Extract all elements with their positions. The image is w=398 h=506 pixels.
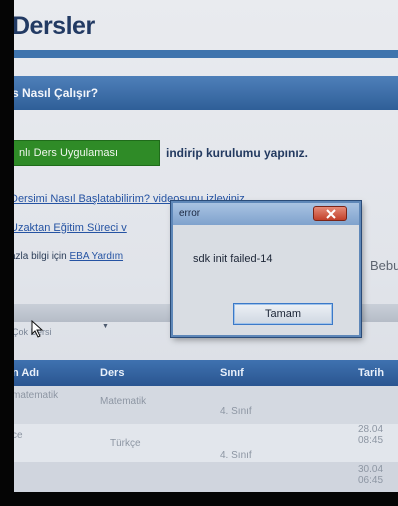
- table-header: n Adı Ders Sınıf Tarih: [14, 360, 398, 386]
- column-header-subject: Ders: [100, 367, 125, 379]
- cursor-icon: [31, 320, 44, 338]
- close-icon: [326, 209, 336, 219]
- cell-name: ce: [14, 430, 23, 441]
- dialog-titlebar[interactable]: error: [173, 203, 359, 225]
- eba-help-link[interactable]: EBA Yardım: [69, 251, 123, 262]
- monitor-bezel-bottom: [0, 492, 398, 506]
- remote-process-link[interactable]: Uzaktan Eğitim Süreci v: [14, 222, 127, 234]
- side-text: Bebur: [370, 258, 398, 273]
- install-instruction-text: indirip kurulumu yapınız.: [166, 146, 309, 160]
- cell-subject: Türkçe: [110, 438, 141, 449]
- lessons-table: matematik Matematik 4. Sınıf ce Türkçe 4…: [14, 386, 398, 492]
- more-info-prefix: azla bilgi için: [14, 251, 67, 262]
- table-row[interactable]: ce Türkçe 4. Sınıf 28.04 08:45: [14, 424, 398, 462]
- cell-class: 4. Sınıf: [220, 450, 252, 461]
- download-app-button[interactable]: nlı Ders Uygulaması: [14, 140, 160, 166]
- cell-class: 4. Sınıf: [220, 406, 252, 417]
- column-header-date: Tarih: [358, 367, 385, 379]
- close-button[interactable]: [313, 206, 347, 221]
- table-row[interactable]: 30.04 06:45: [14, 462, 398, 492]
- chevron-down-icon: ▼: [102, 323, 109, 330]
- error-dialog: error sdk init failed-14 Tamam: [171, 201, 361, 337]
- dialog-message: sdk init failed-14: [193, 253, 273, 265]
- cell-name: matematik: [14, 390, 59, 401]
- section-header: s Nasıl Çalışır?: [14, 76, 398, 110]
- column-header-name: n Adı: [14, 367, 40, 379]
- dialog-title: error: [179, 208, 201, 219]
- screen: Dersler s Nasıl Çalışır? nlı Ders Uygula…: [14, 0, 398, 492]
- column-header-class: Sınıf: [220, 367, 244, 379]
- table-row[interactable]: matematik Matematik 4. Sınıf: [14, 386, 398, 424]
- cell-date: 30.04 06:45: [358, 464, 384, 486]
- cell-date: 28.04 08:45: [358, 424, 384, 446]
- ok-button[interactable]: Tamam: [233, 303, 333, 325]
- title-divider: [14, 50, 398, 58]
- section-title: s Nasıl Çalışır?: [14, 86, 99, 100]
- page-title: Dersler: [14, 12, 95, 40]
- more-info-text: azla bilgi için EBA Yardım: [14, 251, 123, 262]
- monitor-bezel-left: [0, 0, 14, 506]
- cell-subject: Matematik: [100, 396, 147, 407]
